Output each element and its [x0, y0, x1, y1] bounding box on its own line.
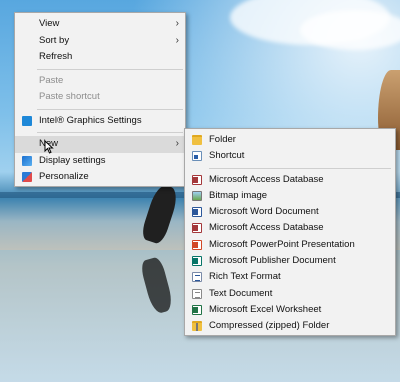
menu-item-sort-by[interactable]: Sort by ›	[15, 33, 185, 50]
menu-item-personalize[interactable]: Personalize	[15, 169, 185, 186]
chevron-right-icon: ›	[175, 34, 179, 46]
access-icon	[192, 223, 202, 234]
access-icon	[192, 174, 202, 185]
menu-item-label: Refresh	[39, 51, 73, 62]
menu-item-label: Compressed (zipped) Folder	[209, 320, 330, 332]
intel-graphics-icon	[22, 115, 32, 126]
submenu-item-compressed-folder[interactable]: Compressed (zipped) Folder	[185, 318, 395, 334]
menu-item-label: Bitmap image	[209, 189, 268, 201]
menu-item-label: Text Document	[209, 287, 273, 299]
submenu-item-folder[interactable]: Folder	[185, 132, 395, 148]
bitmap-icon	[192, 190, 202, 201]
menu-separator	[37, 132, 183, 133]
menu-item-label: Microsoft Access Database	[209, 222, 324, 234]
menu-item-view[interactable]: View ›	[15, 16, 185, 33]
menu-item-label: Paste	[39, 74, 64, 86]
menu-item-label: Microsoft Access Database	[209, 173, 324, 185]
submenu-item-shortcut[interactable]: Shortcut	[185, 148, 395, 164]
menu-item-label: Folder	[209, 134, 236, 145]
new-submenu: Folder Shortcut Microsoft Access Databas…	[184, 128, 396, 336]
powerpoint-icon	[192, 239, 202, 250]
submenu-item-excel-worksheet[interactable]: Microsoft Excel Worksheet	[185, 302, 395, 318]
zip-folder-icon	[192, 321, 202, 332]
personalize-icon	[22, 172, 32, 182]
menu-item-label: Microsoft Publisher Document	[209, 255, 336, 267]
text-document-icon	[192, 288, 202, 299]
menu-item-label: Personalize	[39, 171, 89, 182]
submenu-item-text-document[interactable]: Text Document	[185, 286, 395, 302]
menu-separator	[37, 68, 183, 70]
menu-item-label: Sort by	[39, 34, 70, 46]
chevron-right-icon: ›	[175, 138, 179, 149]
submenu-item-access-database[interactable]: Microsoft Access Database	[185, 172, 395, 188]
menu-separator	[37, 108, 183, 110]
word-icon	[192, 207, 202, 218]
menu-item-label: Microsoft PowerPoint Presentation	[209, 238, 355, 250]
menu-item-paste: Paste	[15, 73, 185, 90]
submenu-item-publisher-document[interactable]: Microsoft Publisher Document	[185, 253, 395, 269]
submenu-item-word-document[interactable]: Microsoft Word Document	[185, 204, 395, 220]
submenu-item-bitmap-image[interactable]: Bitmap image	[185, 188, 395, 204]
menu-item-label: Rich Text Format	[209, 271, 281, 283]
cloud	[300, 10, 400, 50]
submenu-item-powerpoint-presentation[interactable]: Microsoft PowerPoint Presentation	[185, 237, 395, 253]
desktop-context-menu: View › Sort by › Refresh Paste Paste sho…	[14, 12, 186, 187]
menu-item-refresh[interactable]: Refresh	[15, 49, 185, 66]
menu-separator	[209, 167, 391, 169]
chevron-right-icon: ›	[175, 18, 179, 29]
menu-item-paste-shortcut: Paste shortcut	[15, 89, 185, 106]
submenu-item-access-database-2[interactable]: Microsoft Access Database	[185, 220, 395, 236]
publisher-icon	[192, 256, 202, 267]
menu-item-label: View	[39, 18, 60, 29]
rtf-icon	[192, 272, 202, 283]
display-icon	[22, 155, 32, 166]
menu-item-label: Paste shortcut	[39, 91, 100, 102]
mouse-pointer-icon	[44, 140, 54, 154]
menu-item-label: Display settings	[39, 154, 106, 166]
menu-item-display-settings[interactable]: Display settings	[15, 153, 185, 170]
shortcut-icon	[192, 151, 202, 162]
menu-item-new[interactable]: New ›	[15, 136, 185, 153]
menu-item-intel-graphics-settings[interactable]: Intel® Graphics Settings	[15, 113, 185, 130]
menu-item-label: Microsoft Word Document	[209, 206, 319, 218]
menu-item-label: Microsoft Excel Worksheet	[209, 303, 322, 315]
menu-item-label: Intel® Graphics Settings	[39, 114, 142, 126]
excel-icon	[192, 304, 202, 315]
submenu-item-rich-text-format[interactable]: Rich Text Format	[185, 269, 395, 285]
menu-item-label: Shortcut	[209, 150, 245, 162]
folder-icon	[192, 135, 202, 145]
